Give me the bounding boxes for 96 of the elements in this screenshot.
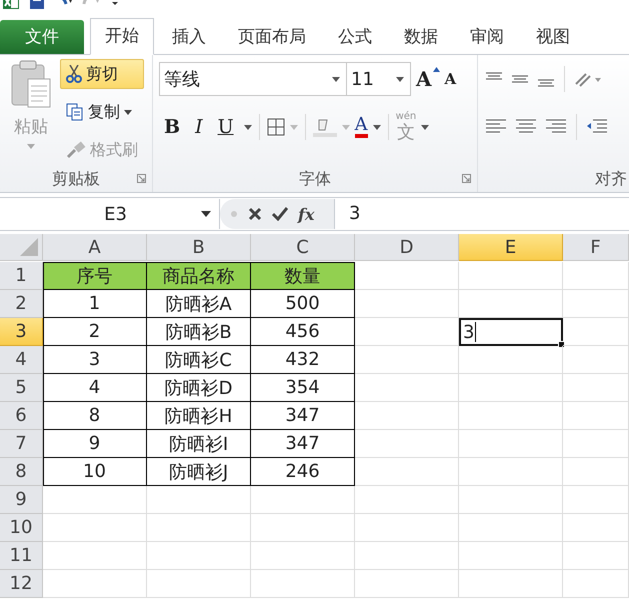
empty-cell <box>563 402 629 430</box>
table-cell: 防晒衫J <box>147 458 251 486</box>
ribbon-tab[interactable]: 公式 <box>324 20 386 54</box>
table-cell: 500 <box>251 290 355 318</box>
scissors-icon <box>66 65 82 83</box>
empty-cell <box>563 318 629 346</box>
cut-button[interactable]: 剪切 <box>60 59 144 89</box>
group-title: 字体 <box>299 168 331 190</box>
italic-button[interactable]: I <box>190 116 208 138</box>
row-header[interactable]: 8 <box>0 458 43 486</box>
insert-function-button[interactable]: fx <box>298 204 314 224</box>
caret-icon[interactable] <box>372 124 381 130</box>
column-header[interactable]: A <box>43 234 147 261</box>
empty-cell <box>563 458 629 486</box>
column-header[interactable]: C <box>251 234 355 261</box>
row-header[interactable]: 3 <box>0 318 43 346</box>
borders-icon[interactable] <box>266 118 285 136</box>
column-header[interactable]: F <box>563 234 629 261</box>
header-cell: 序号 <box>43 262 147 290</box>
row-header[interactable]: 6 <box>0 402 43 430</box>
save-icon[interactable] <box>28 0 46 10</box>
group-title: 对齐 <box>595 168 627 190</box>
caret-icon[interactable] <box>244 124 252 130</box>
caret-icon <box>396 76 404 82</box>
dialog-launcher-icon[interactable] <box>137 174 146 183</box>
empty-cell <box>563 486 629 514</box>
up-triangle-icon <box>432 67 440 72</box>
bold-button[interactable]: B <box>159 116 186 138</box>
group-title: 剪贴板 <box>52 168 100 190</box>
header-cell: 数量 <box>251 262 355 290</box>
empty-cell <box>563 542 629 570</box>
empty-cell <box>563 570 629 598</box>
row-header[interactable]: 1 <box>0 262 43 290</box>
table-cell: 2 <box>43 318 147 346</box>
caret-icon <box>332 76 340 82</box>
copy-icon <box>66 103 84 121</box>
column-header[interactable]: D <box>355 234 459 261</box>
table-cell: 347 <box>251 430 355 458</box>
font-name-field[interactable]: 等线 <box>159 62 347 96</box>
empty-cell <box>563 290 629 318</box>
table-cell: 防晒衫B <box>147 318 251 346</box>
table-cell: 4 <box>43 374 147 402</box>
row-header[interactable]: 10 <box>0 514 43 542</box>
table-cell: 3 <box>43 346 147 374</box>
ribbon-tab[interactable]: 开始 <box>90 18 154 55</box>
paintbrush-icon <box>66 141 86 159</box>
copy-button[interactable]: 复制 <box>60 97 144 127</box>
formula-input[interactable]: 3 <box>335 199 629 229</box>
caret-icon <box>124 110 132 114</box>
ribbon-tab[interactable]: 页面布局 <box>224 20 320 54</box>
ribbon-tab[interactable]: 视图 <box>522 20 584 54</box>
table-cell: 防晒衫H <box>147 402 251 430</box>
empty-cell <box>563 374 629 402</box>
caret-icon[interactable] <box>421 124 430 130</box>
cancel-icon[interactable] <box>248 207 262 221</box>
table-cell: 防晒衫A <box>147 290 251 318</box>
row-header[interactable]: 4 <box>0 346 43 374</box>
table-cell: 8 <box>43 402 147 430</box>
table-cell: 防晒衫I <box>147 430 251 458</box>
table-cell: 456 <box>251 318 355 346</box>
name-box[interactable]: E3 <box>0 199 220 229</box>
grow-font-button[interactable]: A <box>416 67 440 91</box>
column-header[interactable]: E <box>459 234 563 261</box>
ribbon-tab[interactable]: 文件 <box>0 20 84 54</box>
row-header[interactable]: 2 <box>0 290 43 318</box>
table-cell: 9 <box>43 430 147 458</box>
empty-cell <box>563 514 629 542</box>
column-header[interactable]: B <box>147 234 251 261</box>
empty-cell <box>563 346 629 374</box>
triangle-icon <box>20 238 38 256</box>
dialog-launcher-icon[interactable] <box>462 174 471 183</box>
table-cell: 354 <box>251 374 355 402</box>
row-header[interactable]: 11 <box>0 542 43 570</box>
row-header[interactable]: 12 <box>0 570 43 598</box>
font-color-button[interactable]: A <box>354 116 368 138</box>
table-cell: 432 <box>251 346 355 374</box>
table-cell: 10 <box>43 458 147 486</box>
row-header[interactable]: 9 <box>0 486 43 514</box>
empty-cell <box>563 262 629 290</box>
header-cell: 商品名称 <box>147 262 251 290</box>
underline-button[interactable]: U <box>212 116 239 138</box>
table-cell: 防晒衫D <box>147 374 251 402</box>
empty-cell <box>563 430 629 458</box>
active-cell: 3 <box>459 318 563 346</box>
shrink-font-button[interactable]: A <box>444 70 456 88</box>
table-cell: 246 <box>251 458 355 486</box>
table-cell: 1 <box>43 290 147 318</box>
row-header[interactable]: 5 <box>0 374 43 402</box>
table-cell: 防晒衫C <box>147 346 251 374</box>
ribbon-tab[interactable]: 数据 <box>390 20 452 54</box>
ribbon-tab[interactable]: 审阅 <box>456 20 518 54</box>
enter-check-icon[interactable] <box>272 207 288 221</box>
row-header[interactable]: 7 <box>0 430 43 458</box>
font-size-field[interactable]: 11 <box>346 62 411 96</box>
table-cell: 347 <box>251 402 355 430</box>
ribbon-tab[interactable]: 插入 <box>158 20 220 54</box>
